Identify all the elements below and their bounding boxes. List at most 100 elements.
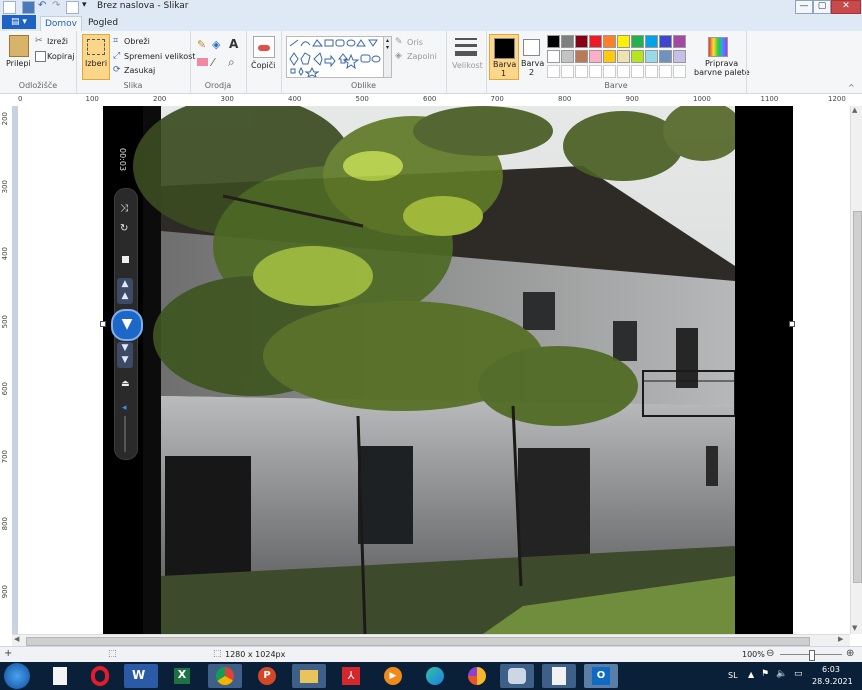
close-button[interactable]: ✕ [831,0,861,14]
zoom-in-button[interactable]: ⊕ [846,648,854,659]
zoom-slider-thumb[interactable] [809,650,815,661]
clock-date[interactable]: 28.9.2021 [812,677,853,686]
magnifier-icon[interactable]: ⌕ [228,55,235,70]
zoom-out-button[interactable]: ⊖ [766,648,774,659]
tray-flag-icon[interactable]: ⚑ [761,669,769,679]
size-icon[interactable] [455,38,477,40]
customize-qat-icon[interactable]: ▾ [82,0,87,10]
scroll-down-icon[interactable]: ▼ [852,624,857,632]
paste-button[interactable]: Prilepi [6,59,31,68]
taskbar-opera-icon[interactable] [84,664,118,688]
repeat-icon[interactable]: ↻ [120,223,128,234]
ruler-tick-label: 500 [355,95,369,103]
taskbar-chrome-icon[interactable] [208,664,242,688]
vertical-scrollbar[interactable]: ▲ ▼ [850,106,862,634]
shapes-group-label: Oblike [350,81,377,90]
status-bar: + ⬚ ⬚ 1280 x 1024px 100% ⊖ ⊕ [0,646,862,663]
start-button-icon[interactable] [4,663,30,689]
taskbar-browser-icon[interactable] [460,664,494,688]
horizontal-scroll-thumb[interactable] [26,637,810,646]
color-picker-icon[interactable]: ⁄ [212,56,214,69]
cut-button[interactable]: Izreži [47,37,68,46]
crop-button[interactable]: Obreži [124,37,150,46]
taskbar-file-icon[interactable] [44,664,78,688]
fill-shape-button[interactable]: Zapolni [407,52,437,61]
select-button[interactable]: Izberi [82,34,110,80]
copy-icon[interactable] [35,51,46,62]
scroll-left-icon[interactable]: ◀ [14,635,19,643]
cut-icon[interactable]: ✂ [35,36,43,46]
save-icon[interactable] [22,1,35,14]
tray-network-icon[interactable]: ▭ [794,669,803,679]
vertical-scroll-thumb[interactable] [853,211,862,583]
scroll-up-icon[interactable]: ▲ [852,106,857,114]
paint-app-icon [3,1,16,14]
selection-size-icon: ⬚ [108,649,117,659]
taskbar-explorer-icon[interactable] [292,664,326,688]
copy-button[interactable]: Kopiraj [47,52,74,61]
taskbar-notepad-icon[interactable] [542,664,576,688]
stop-icon[interactable] [122,256,129,263]
outline-button[interactable]: Oris [407,38,423,47]
volume-icon[interactable]: ◂ [122,403,127,413]
tray-volume-icon[interactable]: 🔈 [776,669,787,679]
text-icon[interactable]: A [229,37,238,51]
resize-icon[interactable]: ⤢ [113,51,120,61]
taskbar-powerpoint-icon[interactable]: P [250,664,284,688]
rotate-icon[interactable]: ⟳ [113,65,121,75]
play-pause-button[interactable]: ▼ [111,309,143,341]
fill-shape-icon[interactable]: ◈ [395,51,402,61]
pencil-icon[interactable]: ✎ [197,38,206,51]
select-label: Izberi [85,59,108,68]
ruler-tick-label: 1200 [828,95,846,103]
taskbar-acrobat-icon[interactable]: ⅄ [334,664,368,688]
outline-icon[interactable]: ✎ [395,37,403,47]
crop-icon[interactable]: ⌗ [113,36,118,46]
redo-icon[interactable]: ↷ [52,0,60,11]
new-document-icon[interactable] [66,1,79,14]
ruler-tick-label: 800 [558,95,572,103]
shapes-gallery[interactable] [286,36,384,78]
shapes-scroll[interactable]: ▴ ▾ [383,36,392,78]
brush-icon[interactable] [253,36,275,58]
ruler-tick-label: 1100 [760,95,779,103]
canvas-resize-handle-left[interactable] [100,321,106,327]
undo-icon[interactable]: ↶ [38,0,46,11]
taskbar-media-player-icon[interactable]: ▶ [376,664,410,688]
ruler-tick-label: 900 [1,584,9,598]
taskbar-excel-icon[interactable]: X [166,664,200,688]
eject-icon[interactable]: ⏏ [121,379,130,389]
ruler-tick-label: 100 [85,95,99,103]
canvas-resize-handle-right[interactable] [789,321,795,327]
tab-view[interactable]: Pogled [86,16,120,31]
taskbar-word-icon[interactable]: W [124,664,158,688]
title-bar: ↶ ↷ ▾ Brez naslova - Slikar — ▢ ✕ [0,0,862,15]
minimize-button[interactable]: — [795,0,813,14]
paste-icon[interactable] [9,35,29,57]
taskbar-paint-icon[interactable] [500,664,534,688]
tray-overflow-icon[interactable]: ▲ [748,670,754,679]
pasted-image[interactable] [103,96,743,635]
scroll-right-icon[interactable]: ▶ [838,635,843,643]
taskbar-outlook-icon[interactable]: O [584,664,618,688]
eraser-icon[interactable] [197,58,208,66]
shuffle-icon[interactable]: ⤨ [120,203,128,214]
tab-home[interactable]: Domov [40,16,82,32]
brushes-button[interactable]: Čopiči [251,61,275,70]
fill-icon[interactable]: ◈ [212,38,220,51]
rotate-button[interactable]: Zasukaj [124,66,155,75]
volume-slider[interactable] [124,416,126,452]
taskbar-edge-icon[interactable] [418,664,452,688]
ruler-tick-label: 700 [1,449,9,463]
maximize-button[interactable]: ▢ [813,0,831,14]
next-button[interactable]: ▼ ▼ [117,342,133,368]
resize-button[interactable]: Spremeni velikost [124,52,195,61]
ruler-tick-label: 800 [1,517,9,531]
clock-time[interactable]: 6:03 [822,665,840,674]
size-button[interactable]: Velikost [452,61,483,70]
ruler-tick-label: 300 [220,95,234,103]
previous-button[interactable]: ▲ ▲ [117,278,133,304]
language-indicator[interactable]: SL [728,671,738,680]
collapse-ribbon-icon[interactable]: ^ [848,83,855,92]
file-menu-button[interactable]: ▤ ▾ [2,15,36,29]
